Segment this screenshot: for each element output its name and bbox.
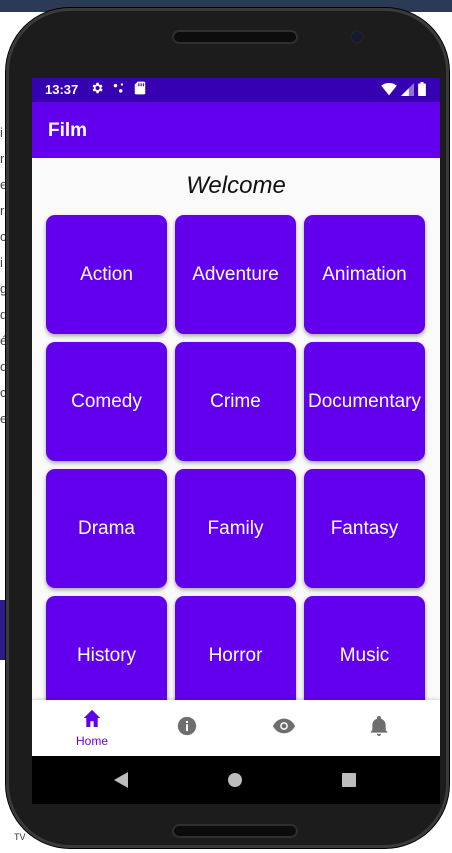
info-icon [177,716,197,741]
genre-button-action[interactable]: Action [46,215,167,334]
genre-button-family[interactable]: Family [175,469,296,588]
home-circle-icon[interactable] [228,773,242,792]
bell-icon [370,715,388,741]
nav-item-info[interactable] [136,700,238,756]
settings-icon [90,81,104,100]
genre-button-horror[interactable]: Horror [175,596,296,700]
signal-icon [401,82,414,101]
genre-button-adventure[interactable]: Adventure [175,215,296,334]
genre-button-comedy[interactable]: Comedy [46,342,167,461]
genre-button-history[interactable]: History [46,596,167,700]
genre-button-animation[interactable]: Animation [304,215,425,334]
eye-icon [273,718,295,739]
top-speaker [172,30,298,44]
genre-button-documentary[interactable]: Documentary [304,342,425,461]
recents-icon[interactable] [342,773,356,792]
status-time: 13:37 [45,82,79,97]
back-icon[interactable] [114,772,128,793]
status-bar: 13:37 [32,78,440,102]
nav-label-home: Home [75,733,108,748]
front-camera [352,32,362,42]
bottom-speaker [172,824,298,838]
genre-button-music[interactable]: Music [304,596,425,700]
phone-screen: 13:37 Film Welcome Action Adventure Anim… [32,78,440,804]
nav-item-watch[interactable] [233,700,335,756]
app-bar: Film [32,102,440,158]
genre-grid: Action Adventure Animation Comedy Crime … [46,215,427,700]
wifi-icon [381,82,397,101]
app-title: Film [48,120,88,141]
phone-frame: 13:37 Film Welcome Action Adventure Anim… [6,8,449,848]
sd-card-icon [134,81,146,100]
bottom-navigation: Home [32,700,440,756]
desktop-tv-label: TV [14,832,26,842]
battery-icon [418,82,426,101]
data-dots-icon [112,81,126,100]
welcome-heading: Welcome [186,172,286,199]
home-icon [82,709,102,732]
genre-button-fantasy[interactable]: Fantasy [304,469,425,588]
nav-item-notifications[interactable] [328,700,430,756]
genre-button-drama[interactable]: Drama [46,469,167,588]
main-content[interactable]: Welcome Action Adventure Animation Comed… [32,158,440,700]
system-navigation-bar [32,756,440,804]
genre-button-crime[interactable]: Crime [175,342,296,461]
nav-item-home[interactable]: Home [41,700,143,756]
